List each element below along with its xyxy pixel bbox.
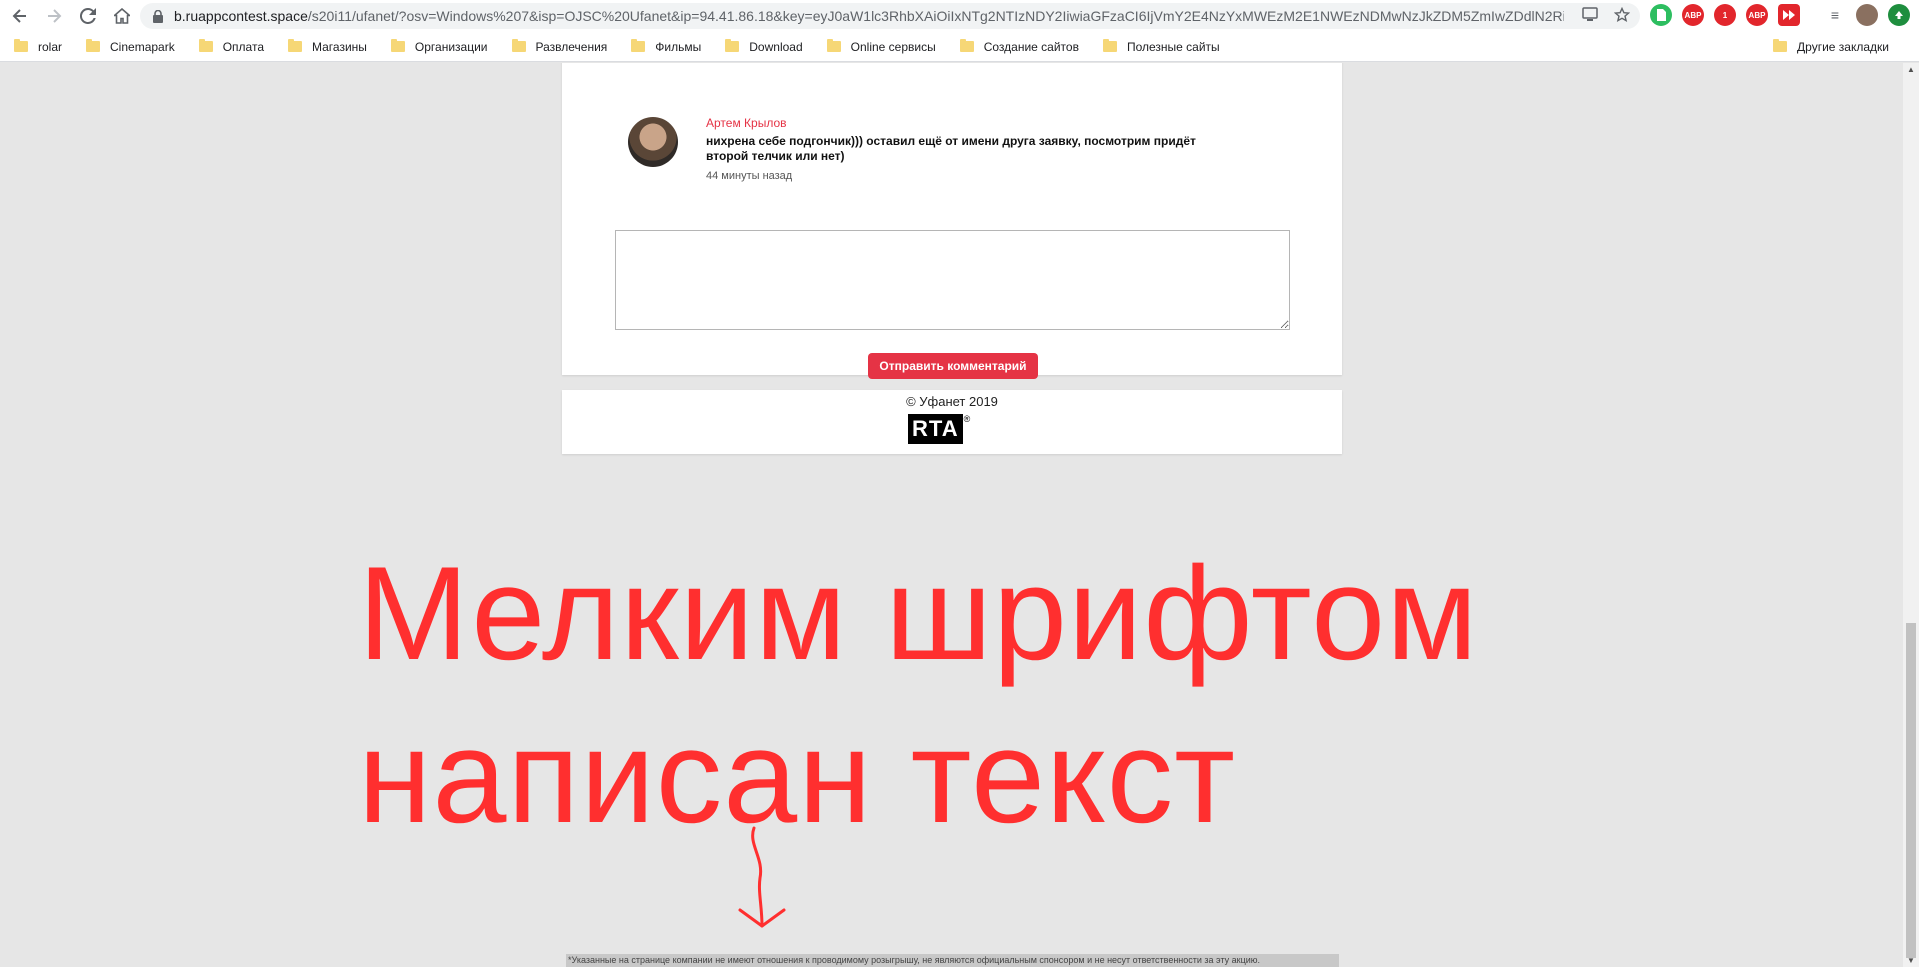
comment-time: 44 минуты назад	[706, 170, 793, 182]
annotation-arrow-icon	[738, 826, 786, 928]
bookmark-label: Фильмы	[655, 39, 702, 54]
update-arrow-icon[interactable]	[1888, 4, 1910, 26]
submit-comment-button[interactable]: Отправить комментарий	[868, 353, 1038, 379]
bookmark-folder[interactable]: Online сервисы	[813, 39, 946, 54]
folder-icon	[14, 39, 28, 52]
comment-author[interactable]: Артем Крылов	[706, 116, 787, 130]
url-text[interactable]: b.ruappcontest.space/s20i11/ufanet/?osv=…	[174, 8, 1564, 24]
profile-avatar-icon[interactable]	[1856, 4, 1878, 26]
fast-forward-extension-icon[interactable]	[1778, 4, 1800, 26]
bookmark-label: Создание сайтов	[983, 39, 1079, 54]
bookmark-folder[interactable]: rolar	[0, 39, 72, 54]
bookmark-label: Оплата	[222, 39, 264, 54]
annotation-overlay: Мелким шрифтом написан текст	[358, 533, 1479, 859]
bookmark-folder[interactable]: Организации	[377, 39, 498, 54]
footer-card: © Уфанет 2019 RTA ®	[562, 390, 1342, 454]
folder-icon	[725, 39, 740, 52]
extension-badge: 1	[1722, 10, 1728, 20]
address-bar[interactable]: b.ruappcontest.space/s20i11/ufanet/?osv=…	[140, 3, 1640, 29]
disclaimer-text: *Указанные на странице компании не имеют…	[566, 954, 1339, 967]
home-icon[interactable]	[110, 4, 134, 28]
bookmark-folder[interactable]: Полезные сайты	[1089, 39, 1230, 54]
folder-icon	[288, 39, 302, 52]
folder-icon	[198, 39, 213, 52]
folder-icon	[1773, 39, 1788, 52]
other-bookmarks-folder[interactable]: Другие закладки	[1759, 39, 1899, 54]
annotation-line-1: Мелким шрифтом	[358, 540, 1479, 688]
bookmark-folder[interactable]: Cinemapark	[72, 39, 185, 54]
bookmark-label: rolar	[38, 39, 63, 54]
scroll-down-arrow-icon[interactable]: ▼	[1907, 956, 1915, 965]
bookmark-folder[interactable]: Создание сайтов	[946, 39, 1089, 54]
media-controls-icon[interactable]: ≡	[1824, 4, 1846, 26]
lock-icon[interactable]	[152, 9, 164, 23]
bookmark-label: Магазины	[312, 39, 367, 54]
evernote-extension-icon[interactable]	[1650, 4, 1672, 26]
bookmark-label: Cinemapark	[110, 39, 175, 54]
rta-logo-text: RTA	[908, 414, 963, 444]
annotation-line-2: написан текст	[358, 703, 1237, 851]
folder-icon	[959, 39, 974, 52]
bookmark-folder[interactable]: Магазины	[274, 39, 377, 54]
url-path: /s20i11/ufanet/?osv=Windows%207&isp=OJSC…	[307, 8, 1564, 24]
folder-icon	[826, 39, 841, 52]
bookmark-label: Online сервисы	[850, 39, 936, 54]
bookmark-label: Развлечения	[535, 39, 608, 54]
registered-mark: ®	[963, 414, 971, 424]
vertical-scrollbar[interactable]: ▲ ▼	[1903, 63, 1919, 967]
bookmark-folder[interactable]: Download	[711, 39, 812, 54]
bookmark-label: Полезные сайты	[1126, 39, 1220, 54]
back-arrow-icon[interactable]	[8, 4, 32, 28]
comments-card: Артем Крылов нихрена себе подгончик))) о…	[562, 63, 1342, 379]
forward-arrow-icon[interactable]	[42, 4, 66, 28]
scroll-up-arrow-icon[interactable]: ▲	[1907, 65, 1915, 74]
extensions-area: ABP 1 ABP ≡	[1650, 4, 1910, 26]
folder-icon	[390, 39, 405, 52]
adblock-plus-2-extension-icon[interactable]: ABP	[1746, 4, 1768, 26]
install-app-icon[interactable]	[1582, 7, 1598, 27]
extension-badge: ABP	[1684, 10, 1702, 20]
comment-text: нихрена себе подгончик))) оставил ещё от…	[706, 134, 1196, 163]
copyright-text: © Уфанет 2019	[906, 394, 998, 409]
extension-badge: ABP	[1748, 10, 1766, 20]
bookmark-folder[interactable]: Фильмы	[617, 39, 711, 54]
adblock-plus-extension-icon[interactable]: ABP	[1682, 4, 1704, 26]
scrollbar-thumb[interactable]	[1906, 623, 1916, 958]
bookmark-star-icon[interactable]	[1613, 6, 1631, 27]
bookmark-label: Другие закладки	[1797, 39, 1889, 54]
folder-icon	[631, 39, 646, 52]
avatar	[628, 117, 678, 167]
reload-icon[interactable]	[76, 4, 100, 28]
browser-toolbar: b.ruappcontest.space/s20i11/ufanet/?osv=…	[0, 0, 1919, 32]
url-host: b.ruappcontest.space	[174, 8, 308, 24]
bookmark-label: Организации	[414, 39, 488, 54]
comment-textarea[interactable]	[615, 230, 1290, 330]
bookmarks-bar: rolar Cinemapark Оплата Магазины Организ…	[0, 32, 1919, 62]
page-viewport: Артем Крылов нихрена себе подгончик))) о…	[0, 63, 1903, 967]
rta-logo: RTA ®	[908, 414, 996, 444]
bookmark-folder[interactable]: Оплата	[185, 39, 274, 54]
folder-icon	[1102, 39, 1117, 52]
folder-icon	[511, 39, 526, 52]
bookmark-folder[interactable]: Развлечения	[498, 39, 618, 54]
bookmark-label: Download	[749, 39, 803, 54]
folder-icon	[86, 39, 101, 52]
adblock-extension-icon[interactable]: 1	[1714, 4, 1736, 26]
